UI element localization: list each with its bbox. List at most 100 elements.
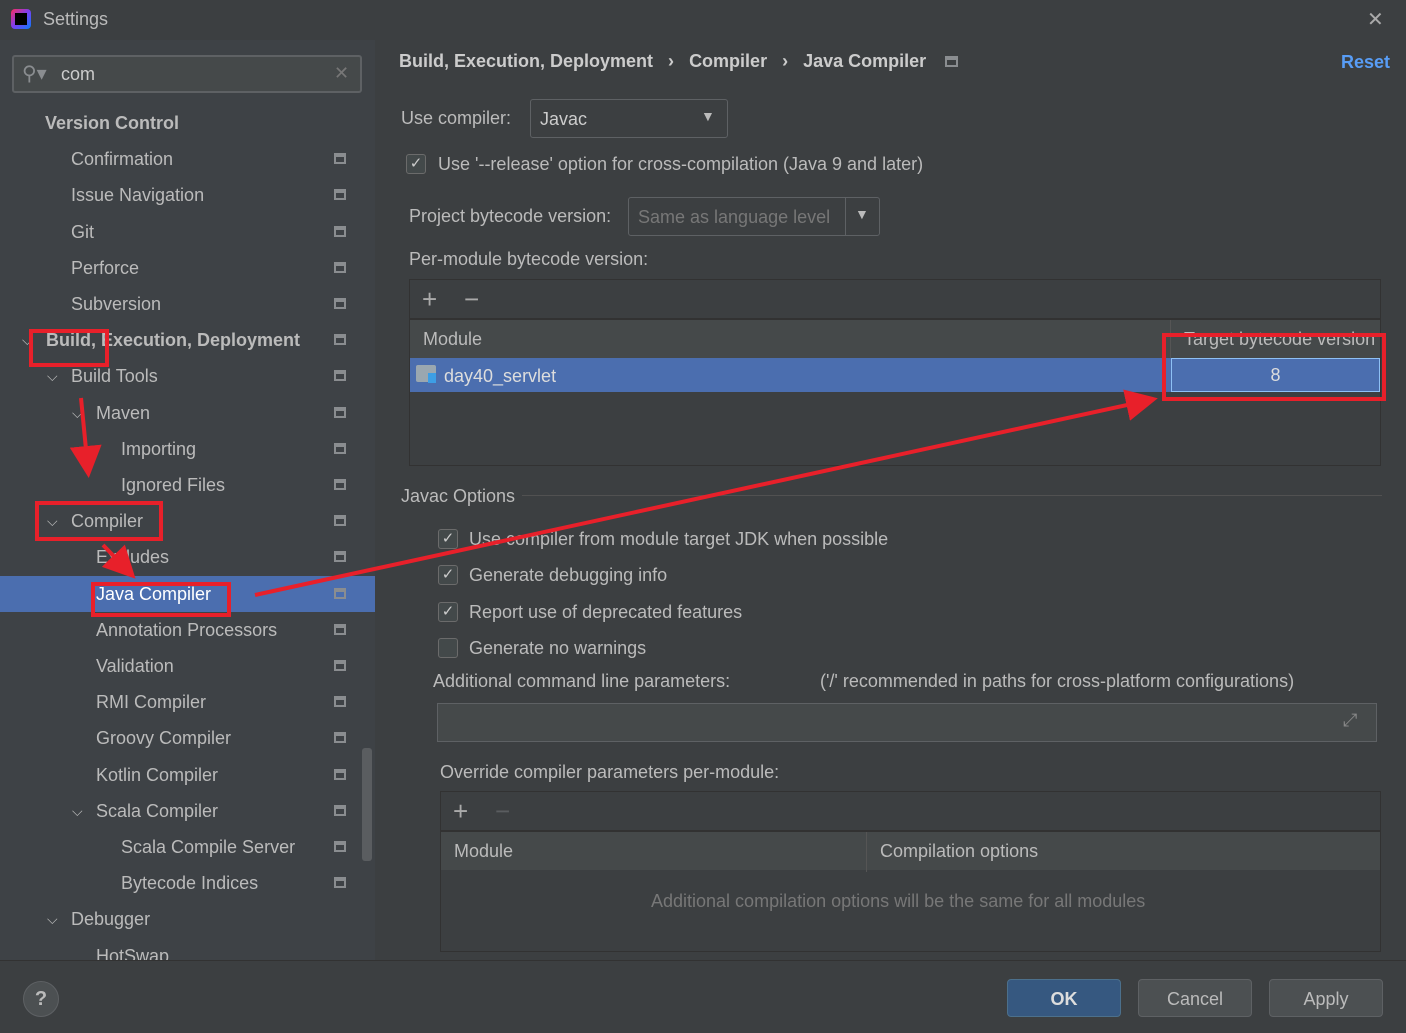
cancel-button[interactable]: Cancel <box>1138 979 1252 1017</box>
sidebar-item-importing[interactable]: Importing <box>0 431 375 467</box>
close-icon[interactable]: ✕ <box>1367 7 1384 32</box>
sidebar-item-scala-compiler[interactable]: ⌵ Scala Compiler <box>0 793 375 829</box>
breadcrumb-separator: › <box>782 51 789 71</box>
project-scope-icon <box>334 479 346 490</box>
chevron-down-icon[interactable]: ⌵ <box>72 395 83 431</box>
project-scope-icon <box>334 334 346 346</box>
sidebar-item-build-execution-deployment[interactable]: ⌵ Build, Execution, Deployment <box>0 322 375 358</box>
project-scope-icon <box>334 370 346 382</box>
sidebar-item-issue-navigation[interactable]: Issue Navigation <box>0 177 375 213</box>
sidebar-item-label: Excludes <box>96 547 170 568</box>
breadcrumb-item[interactable]: Build, Execution, Deployment <box>399 51 653 71</box>
sidebar-item-build-tools[interactable]: ⌵ Build Tools <box>0 358 375 394</box>
sidebar-item-compiler[interactable]: ⌵ Compiler <box>0 503 375 539</box>
column-header-compilation-options[interactable]: Compilation options <box>880 841 1038 862</box>
sidebar-item-git[interactable]: Git <box>0 214 375 250</box>
sidebar-item-groovy-compiler[interactable]: Groovy Compiler <box>0 720 375 756</box>
chevron-down-icon[interactable]: ⌵ <box>22 322 33 358</box>
add-icon[interactable]: + <box>453 796 468 827</box>
sidebar-item-label: Compiler <box>71 511 144 532</box>
sidebar-item-validation[interactable]: Validation <box>0 648 375 684</box>
column-header-module[interactable]: Module <box>423 329 482 350</box>
sidebar-scrollbar[interactable] <box>362 748 372 861</box>
sidebar-item-hotswap[interactable]: HotSwap <box>0 938 375 960</box>
sidebar-item-rmi-compiler[interactable]: RMI Compiler <box>0 684 375 720</box>
sidebar-item-label: Ignored Files <box>121 475 226 495</box>
sidebar-item-annotation-processors[interactable]: Annotation Processors <box>0 612 375 648</box>
sidebar-item-excludes[interactable]: Excludes <box>0 539 375 575</box>
table-row[interactable]: day40_servlet 8 <box>410 358 1380 392</box>
sidebar-item-maven[interactable]: ⌵ Maven <box>0 395 375 431</box>
reset-link[interactable]: Reset <box>1341 52 1390 73</box>
breadcrumb-item[interactable]: Compiler <box>689 51 767 71</box>
sidebar-item-kotlin-compiler[interactable]: Kotlin Compiler <box>0 757 375 793</box>
cmd-params-input[interactable]: ⤢ <box>437 703 1377 742</box>
chevron-down-icon[interactable]: ⌵ <box>47 358 58 394</box>
sidebar-item-subversion[interactable]: Subversion <box>0 286 375 322</box>
search-input[interactable]: ⚲▾ com ✕ <box>12 55 362 93</box>
sidebar-item-ignored-files[interactable]: Ignored Files <box>0 467 375 503</box>
breadcrumb: Build, Execution, Deployment › Compiler … <box>399 51 959 72</box>
override-table: + − Module Compilation options Additiona… <box>440 791 1381 952</box>
project-scope-icon <box>945 56 959 67</box>
release-option-checkbox[interactable]: ✓ <box>406 154 426 174</box>
clear-search-icon[interactable]: ✕ <box>334 63 349 84</box>
column-header-target-version[interactable]: Target bytecode version <box>1184 329 1375 350</box>
sidebar-item-bytecode-indices[interactable]: Bytecode Indices <box>0 865 375 901</box>
sidebar-item-label: Java Compiler <box>96 583 212 604</box>
apply-button[interactable]: Apply <box>1269 979 1383 1017</box>
sidebar-item-confirmation[interactable]: Confirmation <box>0 141 375 177</box>
module-name-cell: day40_servlet <box>444 366 557 386</box>
javac-options-heading: Javac Options <box>401 486 516 506</box>
remove-icon[interactable]: − <box>464 284 479 315</box>
target-version-cell[interactable]: 8 <box>1171 358 1380 392</box>
chevron-down-icon[interactable]: ⌵ <box>47 901 58 937</box>
project-scope-icon <box>334 406 346 418</box>
sidebar-item-java-compiler[interactable]: Java Compiler <box>0 575 375 612</box>
sidebar-item-label: Scala Compile Server <box>121 837 296 857</box>
settings-sidebar: ⚲▾ com ✕ Version Control Confirmation Issu… <box>0 40 375 960</box>
sidebar-item-perforce[interactable]: Perforce <box>0 250 375 286</box>
ok-button[interactable]: OK <box>1007 979 1121 1017</box>
option-label: Generate debugging info <box>469 565 668 586</box>
sidebar-item-label: Git <box>71 221 95 242</box>
add-icon[interactable]: + <box>422 284 437 315</box>
column-header-module[interactable]: Module <box>454 841 513 862</box>
footer: ? OK Cancel Apply <box>0 960 1406 1033</box>
expand-icon[interactable]: ⤢ <box>1343 710 1357 731</box>
breadcrumb-item: Java Compiler <box>803 51 927 71</box>
help-button[interactable]: ? <box>23 981 59 1017</box>
breadcrumb-separator: › <box>668 51 675 71</box>
remove-icon: − <box>495 796 511 826</box>
option-checkbox[interactable]: ✓ <box>438 601 458 622</box>
sidebar-item-label: Groovy Compiler <box>96 728 232 749</box>
sidebar-item-version-control[interactable]: Version Control <box>0 105 375 141</box>
option-checkbox[interactable] <box>438 637 458 658</box>
chevron-down-icon[interactable]: ⌵ <box>72 793 83 829</box>
option-checkbox[interactable]: ✓ <box>438 529 458 549</box>
project-scope-icon <box>334 768 346 780</box>
per-module-label: Per-module bytecode version: <box>409 249 649 269</box>
sidebar-item-debugger[interactable]: ⌵ Debugger <box>0 901 375 937</box>
chevron-down-icon[interactable]: ⌵ <box>47 503 58 539</box>
project-bytecode-select[interactable]: Same as language level ▼ <box>628 197 880 236</box>
project-scope-icon <box>334 696 346 708</box>
sidebar-item-label: Build, Execution, Deployment <box>46 330 301 351</box>
sidebar-item-label: Validation <box>96 656 174 676</box>
project-scope-icon <box>334 261 346 273</box>
use-compiler-value: Javac <box>540 109 588 129</box>
empty-table-text: Additional compilation options will be t… <box>651 891 1146 911</box>
project-scope-icon <box>334 660 346 671</box>
sidebar-item-label: RMI Compiler <box>96 692 207 713</box>
sidebar-item-scala-compile-server[interactable]: Scala Compile Server <box>0 829 375 865</box>
sidebar-item-label: Perforce <box>71 257 140 278</box>
use-compiler-select[interactable]: Javac ▼ <box>530 99 728 138</box>
sidebar-item-label: Bytecode Indices <box>121 873 259 894</box>
intellij-logo-icon <box>11 9 31 29</box>
option-label: Generate no warnings <box>469 637 647 658</box>
sidebar-item-label: Issue Navigation <box>71 185 205 206</box>
option-checkbox[interactable]: ✓ <box>438 565 458 586</box>
sidebar-item-label: Kotlin Compiler <box>96 764 219 785</box>
release-option-label: Use '--release' option for cross-compila… <box>438 154 924 174</box>
option-label: Report use of deprecated features <box>469 601 743 622</box>
